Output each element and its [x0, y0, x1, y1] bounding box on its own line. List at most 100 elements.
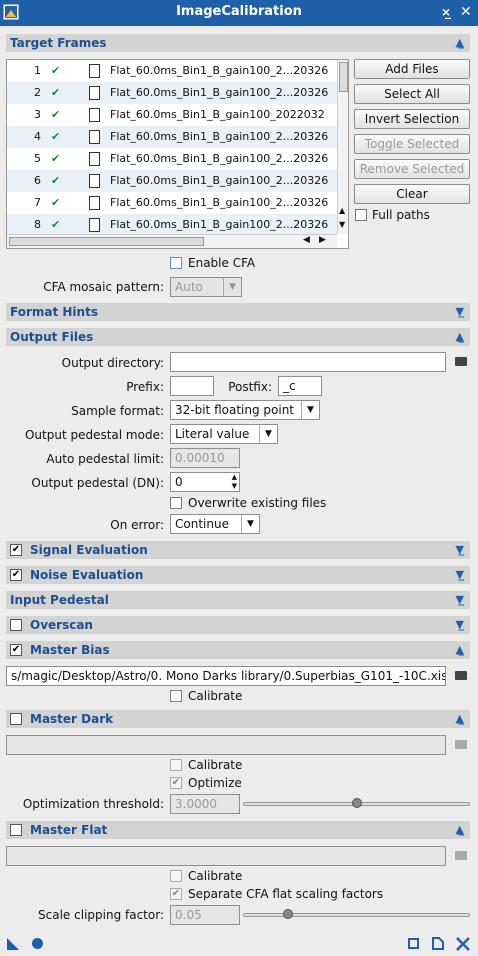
output-directory-input[interactable]	[170, 352, 446, 372]
file-name: Flat_60.0ms_Bin1_B_gain100_2...20326	[110, 196, 329, 209]
enable-cfa-checkbox[interactable]	[170, 257, 182, 269]
shade-icon[interactable]: ⨯̲	[441, 5, 451, 19]
vertical-scrollbar[interactable]: ▲ ▼	[337, 60, 348, 234]
collapse-icon[interactable]: ▲̲	[456, 34, 464, 52]
overscan-checkbox[interactable]	[10, 619, 22, 631]
toggle-selected-button[interactable]: Toggle Selected	[354, 134, 470, 154]
browse-documentation-icon[interactable]	[408, 938, 419, 949]
cfa-mosaic-select[interactable]: Auto ▼	[170, 277, 242, 297]
target-frames-list[interactable]: 1 ✔ Flat_60.0ms_Bin1_B_gain100_2...20326 2 ✔…	[6, 59, 349, 249]
folder-icon[interactable]	[455, 851, 467, 860]
flat-calibrate-label: Calibrate	[188, 869, 243, 883]
on-error-select[interactable]: Continue ▼	[170, 514, 260, 534]
folder-icon[interactable]	[455, 740, 467, 749]
signal-evaluation-checkbox[interactable]: ✔	[10, 544, 22, 556]
master-flat-path-input[interactable]	[6, 846, 446, 866]
optimization-threshold-input[interactable]: 3.0000	[170, 794, 240, 814]
auto-pedestal-label: Auto pedestal limit:	[46, 452, 164, 466]
master-bias-checkbox[interactable]: ✔	[10, 644, 22, 656]
auto-pedestal-input[interactable]: 0.00010	[170, 448, 240, 468]
expand-icon[interactable]: ▼̲	[456, 616, 464, 634]
section-input-pedestal[interactable]: Input Pedestal ▼̲	[6, 591, 470, 609]
enabled-check-icon[interactable]: ✔	[51, 192, 60, 214]
scroll-right-icon[interactable]: ▶	[319, 235, 326, 245]
add-files-button[interactable]: Add Files	[354, 59, 470, 79]
scale-clipping-label: Scale clipping factor:	[38, 908, 164, 922]
folder-icon[interactable]	[455, 357, 467, 366]
overwrite-checkbox[interactable]	[170, 497, 182, 509]
flat-calibrate-checkbox[interactable]	[170, 870, 182, 882]
section-target-frames[interactable]: Target Frames ▲̲	[6, 34, 470, 52]
scroll-left-icon[interactable]: ◀	[303, 235, 310, 245]
bias-calibrate-checkbox[interactable]	[170, 690, 182, 702]
list-item[interactable]: 2 ✔ Flat_60.0ms_Bin1_B_gain100_2...20326	[7, 82, 337, 104]
hscroll-thumb[interactable]	[9, 237, 204, 246]
expand-icon[interactable]: ▼̲	[456, 591, 464, 609]
scroll-up-icon[interactable]: ▲	[339, 206, 345, 215]
section-format-hints[interactable]: Format Hints ▼̲	[6, 303, 470, 321]
pedestal-mode-value: Literal value	[175, 427, 250, 441]
list-item[interactable]: 4 ✔ Flat_60.0ms_Bin1_B_gain100_2...20326	[7, 126, 337, 148]
invert-selection-button[interactable]: Invert Selection	[354, 109, 470, 129]
horizontal-scrollbar[interactable]: ◀ ▶	[7, 234, 337, 248]
expand-icon[interactable]: ▼̲	[456, 303, 464, 321]
prefix-input[interactable]	[170, 376, 214, 396]
master-flat-checkbox[interactable]	[10, 824, 22, 836]
collapse-icon[interactable]: ▲̲	[456, 821, 464, 839]
section-signal-evaluation[interactable]: ✔ Signal Evaluation ▼̲	[6, 541, 470, 559]
enabled-check-icon[interactable]: ✔	[51, 170, 60, 192]
list-item[interactable]: 3 ✔ Flat_60.0ms_Bin1_B_gain100_2022032	[7, 104, 337, 126]
enabled-check-icon[interactable]: ✔	[51, 214, 60, 236]
scale-clipping-slider[interactable]	[243, 913, 470, 917]
section-master-flat[interactable]: Master Flat ▲̲	[6, 821, 470, 839]
expand-icon[interactable]: ▼̲	[456, 566, 464, 584]
pedestal-mode-select[interactable]: Literal value ▼	[170, 424, 278, 444]
full-paths-checkbox[interactable]	[355, 209, 367, 221]
sample-format-select[interactable]: 32-bit floating point ▼	[170, 400, 320, 420]
collapse-icon[interactable]: ▲̲	[456, 328, 464, 346]
master-dark-checkbox[interactable]	[10, 713, 22, 725]
scale-clipping-input[interactable]: 0.05	[170, 905, 240, 925]
scroll-down-icon[interactable]: ▼	[339, 220, 345, 229]
postfix-input[interactable]: _c	[278, 376, 322, 396]
file-icon	[89, 108, 100, 122]
close-icon[interactable]: ✕	[460, 4, 472, 20]
folder-icon[interactable]	[455, 671, 467, 680]
spin-arrows-icon[interactable]: ▲ ▼	[232, 473, 237, 491]
enabled-check-icon[interactable]: ✔	[51, 148, 60, 170]
list-item[interactable]: 8 ✔ Flat_60.0ms_Bin1_B_gain100_2...20326	[7, 214, 337, 236]
clear-button[interactable]: Clear	[354, 184, 470, 204]
section-output-files[interactable]: Output Files ▲̲	[6, 328, 470, 346]
section-master-dark[interactable]: Master Dark ▲̲	[6, 710, 470, 728]
noise-evaluation-checkbox[interactable]: ✔	[10, 569, 22, 581]
expand-icon[interactable]: ▼̲	[456, 541, 464, 559]
collapse-icon[interactable]: ▲̲	[456, 641, 464, 659]
dark-calibrate-checkbox[interactable]	[170, 759, 182, 771]
section-overscan[interactable]: Overscan ▼̲	[6, 616, 470, 634]
separate-cfa-checkbox[interactable]: ✔	[170, 888, 182, 900]
scroll-thumb[interactable]	[339, 62, 348, 92]
enabled-check-icon[interactable]: ✔	[51, 60, 60, 82]
slider-handle[interactable]	[351, 798, 362, 808]
output-pedestal-spinbox[interactable]: 0 ▲ ▼	[170, 472, 240, 492]
enabled-check-icon[interactable]: ✔	[51, 126, 60, 148]
section-master-bias[interactable]: ✔ Master Bias ▲̲	[6, 641, 470, 659]
master-bias-path-input[interactable]: s/magic/Desktop/Astro/0. Mono Darks libr…	[6, 666, 446, 686]
dark-optimize-checkbox[interactable]: ✔	[170, 777, 182, 789]
reset-icon[interactable]	[456, 937, 470, 954]
apply-global-icon[interactable]	[32, 938, 43, 949]
select-all-button[interactable]: Select All	[354, 84, 470, 104]
new-instance-icon[interactable]	[6, 937, 20, 954]
edit-instance-icon[interactable]	[432, 937, 444, 953]
list-item[interactable]: 1 ✔ Flat_60.0ms_Bin1_B_gain100_2...20326	[7, 60, 337, 82]
enabled-check-icon[interactable]: ✔	[51, 82, 60, 104]
list-item[interactable]: 5 ✔ Flat_60.0ms_Bin1_B_gain100_2...20326	[7, 148, 337, 170]
remove-selected-button[interactable]: Remove Selected	[354, 159, 470, 179]
section-noise-evaluation[interactable]: ✔ Noise Evaluation ▼̲	[6, 566, 470, 584]
enabled-check-icon[interactable]: ✔	[51, 104, 60, 126]
list-item[interactable]: 7 ✔ Flat_60.0ms_Bin1_B_gain100_2...20326	[7, 192, 337, 214]
slider-handle[interactable]	[283, 909, 294, 919]
collapse-icon[interactable]: ▲̲	[456, 710, 464, 728]
list-item[interactable]: 6 ✔ Flat_60.0ms_Bin1_B_gain100_2...20326	[7, 170, 337, 192]
master-dark-path-input[interactable]	[6, 735, 446, 755]
